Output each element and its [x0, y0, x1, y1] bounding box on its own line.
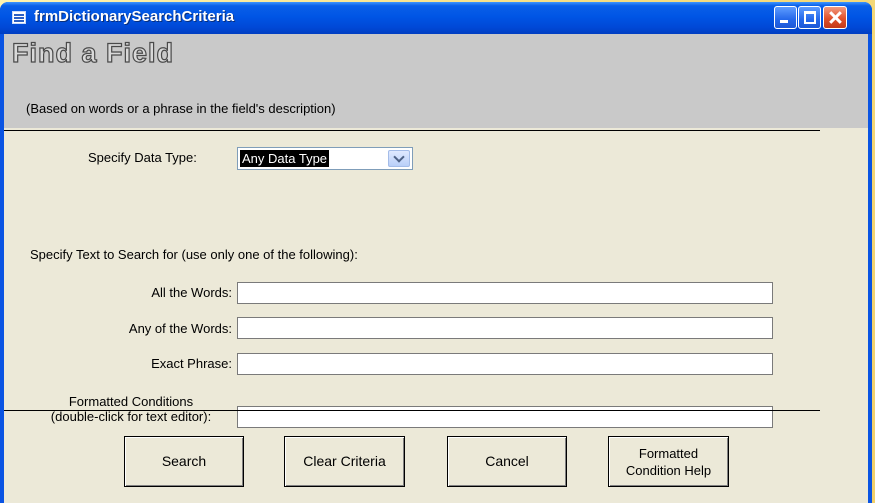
- exact-phrase-label: Exact Phrase:: [151, 356, 232, 371]
- form-body: Find a Field (Based on words or a phrase…: [4, 34, 868, 503]
- page-title: Find a Field: [11, 37, 175, 68]
- maximize-button[interactable]: [798, 6, 821, 29]
- cancel-button[interactable]: Cancel: [447, 436, 567, 487]
- form-icon[interactable]: [12, 11, 26, 24]
- datatype-label: Specify Data Type:: [88, 150, 197, 165]
- divider: [4, 410, 820, 411]
- close-button[interactable]: [823, 6, 847, 29]
- divider: [4, 130, 820, 131]
- formatted-conditions-label: Formatted Conditions (double-click for t…: [30, 394, 232, 424]
- clear-criteria-button[interactable]: Clear Criteria: [284, 436, 405, 487]
- title-bar[interactable]: frmDictionarySearchCriteria: [0, 2, 872, 34]
- formatted-conditions-label-line1: Formatted Conditions: [68, 394, 194, 409]
- help-button-line1: Formatted: [638, 445, 699, 461]
- page-subtitle: (Based on words or a phrase in the field…: [26, 101, 336, 116]
- formatted-conditions-label-line2: (double-click for text editor):: [50, 409, 212, 424]
- all-words-label: All the Words:: [151, 285, 232, 300]
- minimize-button[interactable]: [774, 6, 797, 29]
- search-instructions: Specify Text to Search for (use only one…: [30, 247, 358, 262]
- window-title: frmDictionarySearchCriteria: [34, 8, 235, 25]
- exact-phrase-input[interactable]: [237, 353, 773, 375]
- datatype-select[interactable]: Any Data Type: [237, 147, 413, 170]
- datatype-selected-value[interactable]: Any Data Type: [240, 150, 330, 167]
- all-words-input[interactable]: [237, 282, 773, 304]
- any-words-input[interactable]: [237, 317, 773, 339]
- app-window: frmDictionarySearchCriteria Find a Field…: [0, 2, 872, 503]
- chevron-down-icon[interactable]: [388, 150, 410, 167]
- search-button[interactable]: Search: [124, 436, 244, 487]
- any-words-label: Any of the Words:: [128, 321, 232, 336]
- formatted-condition-help-button[interactable]: Formatted Condition Help: [608, 436, 729, 487]
- form-header: Find a Field (Based on words or a phrase…: [4, 34, 868, 128]
- help-button-line2: Condition Help: [625, 462, 712, 478]
